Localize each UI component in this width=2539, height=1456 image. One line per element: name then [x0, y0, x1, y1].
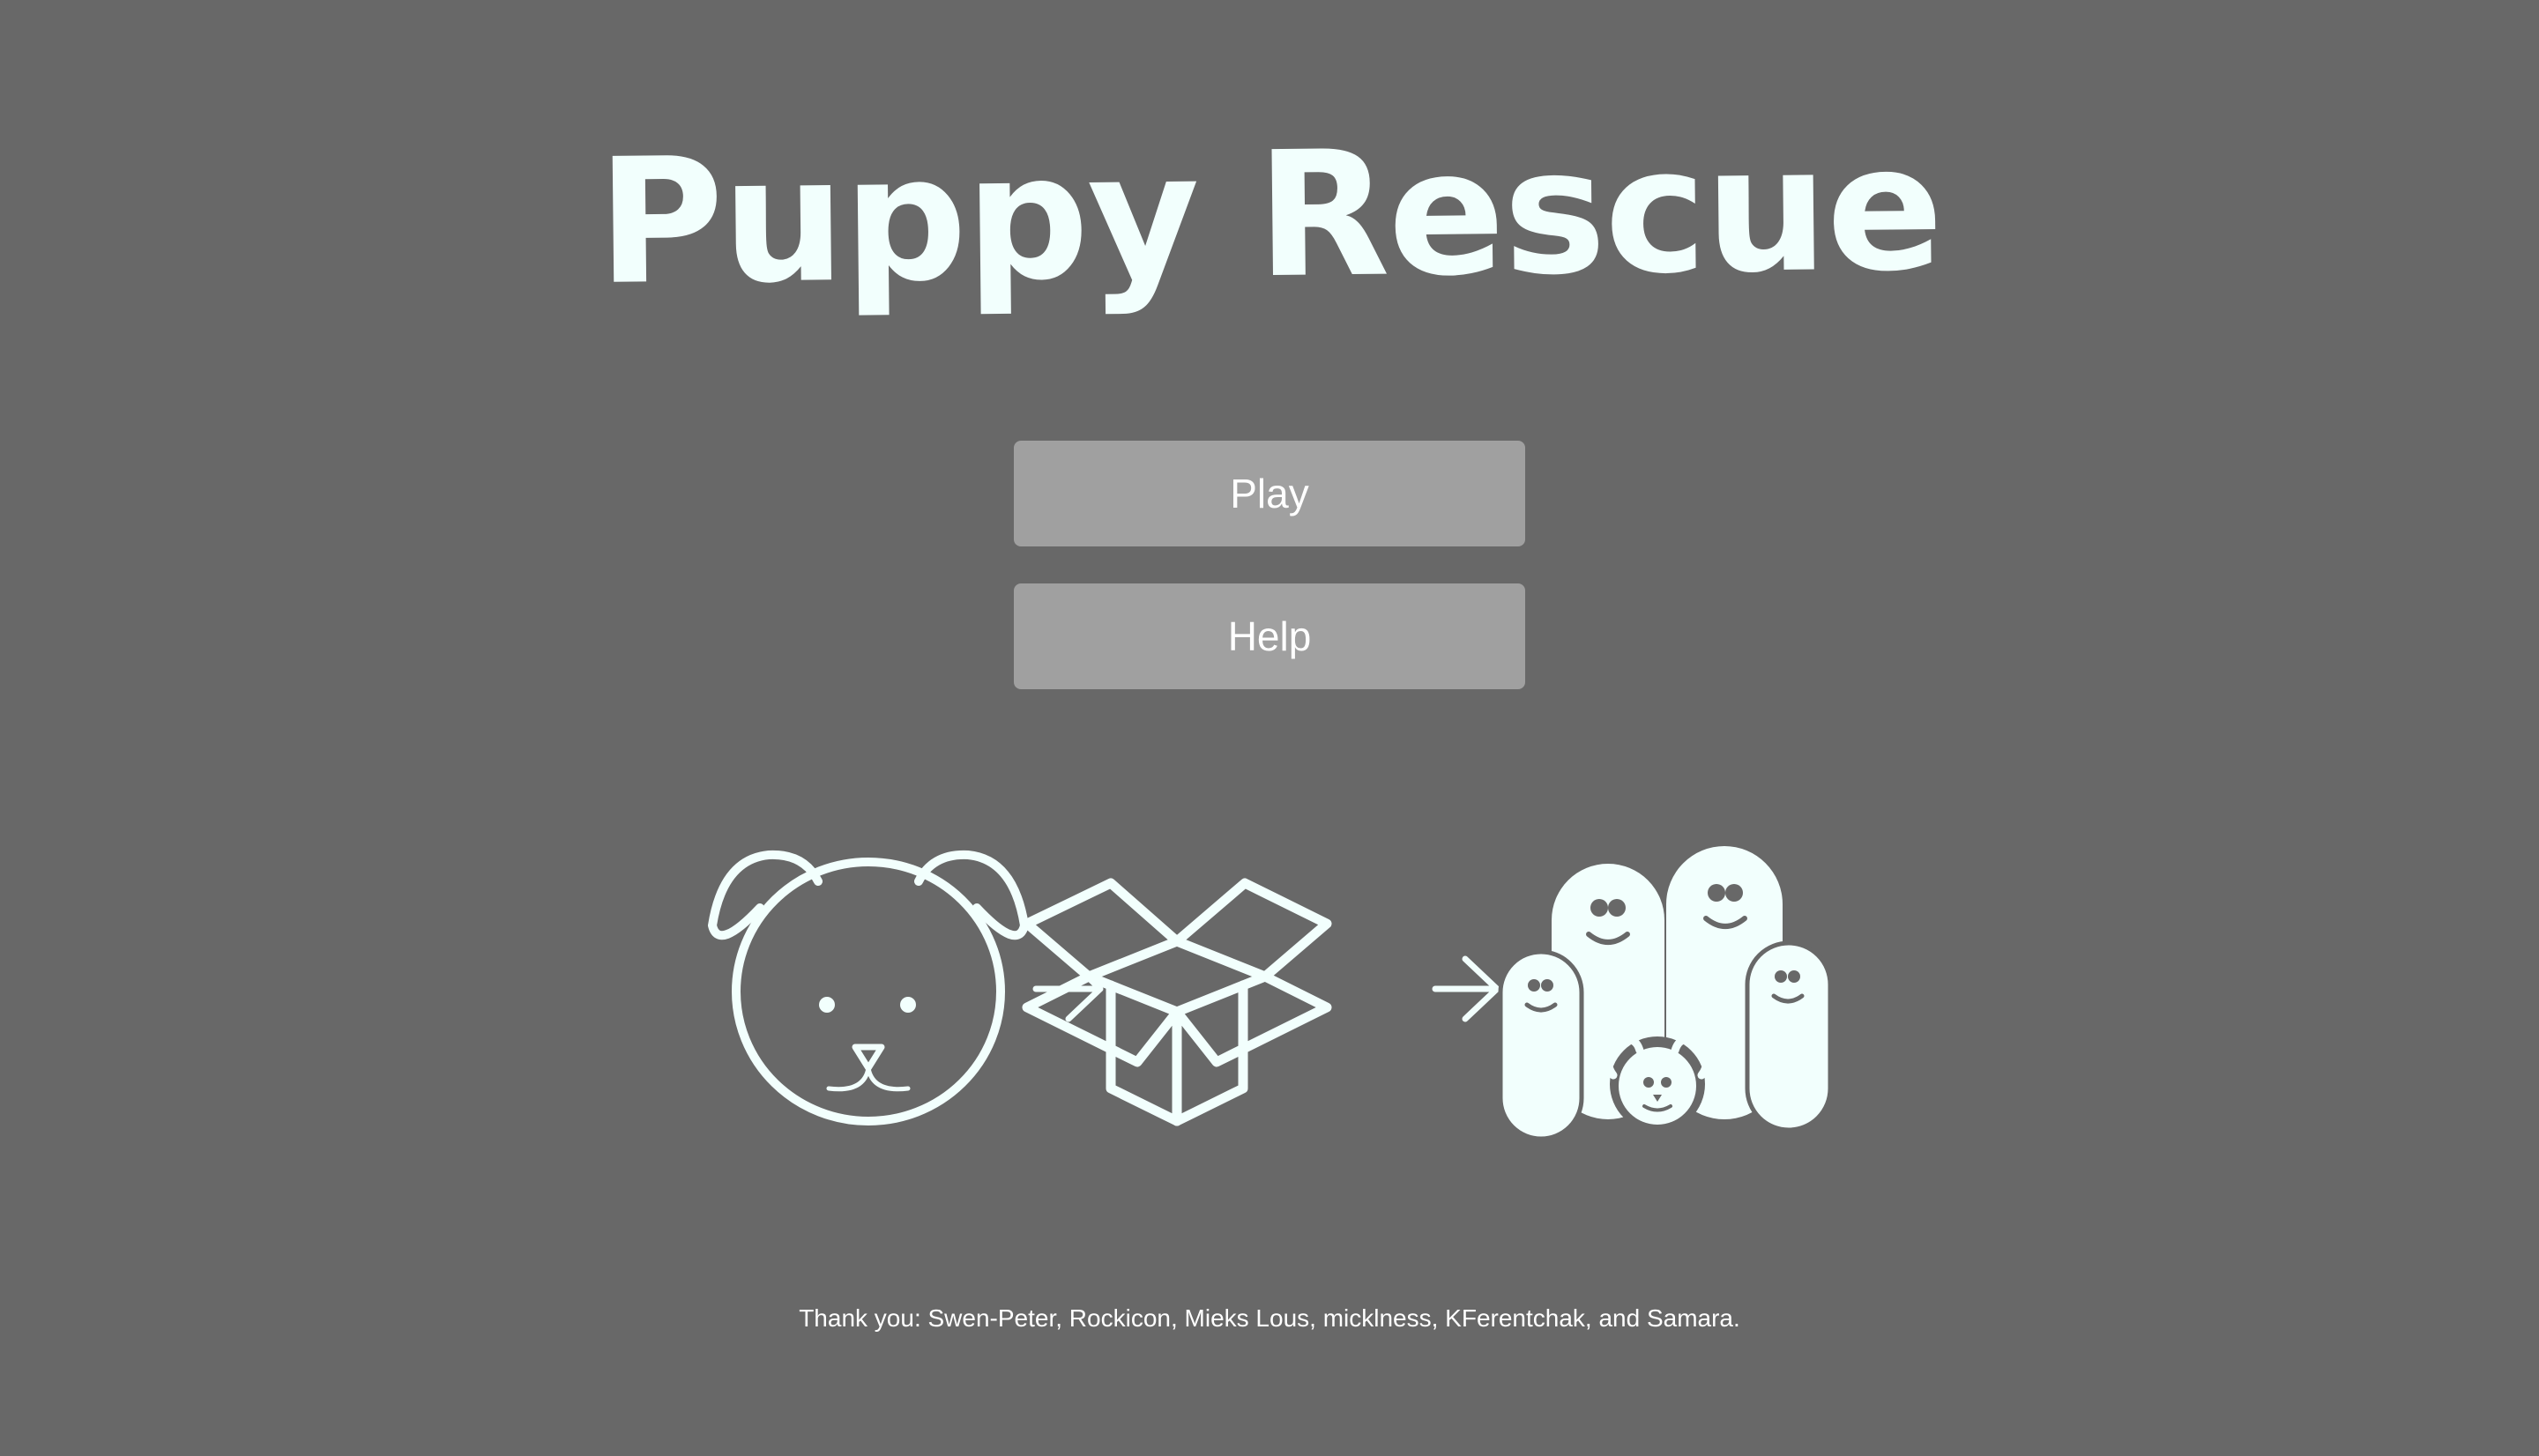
rescue-story-illustration	[708, 846, 1833, 1141]
puppy-face-icon	[708, 850, 1029, 1125]
start-screen: Puppy Rescue Play Help Thank you: Swen-P…	[0, 0, 2539, 1456]
game-title: Puppy Rescue	[596, 108, 1943, 323]
arrow-right-icon	[1432, 955, 1500, 1022]
family-with-puppy-icon	[1498, 846, 1833, 1141]
open-box-icon	[1022, 878, 1332, 1126]
credits-text: Thank you: Swen-Peter, Rockicon, Mieks L…	[799, 1304, 1740, 1332]
play-button[interactable]: Play	[1014, 441, 1525, 546]
help-button[interactable]: Help	[1014, 583, 1525, 689]
